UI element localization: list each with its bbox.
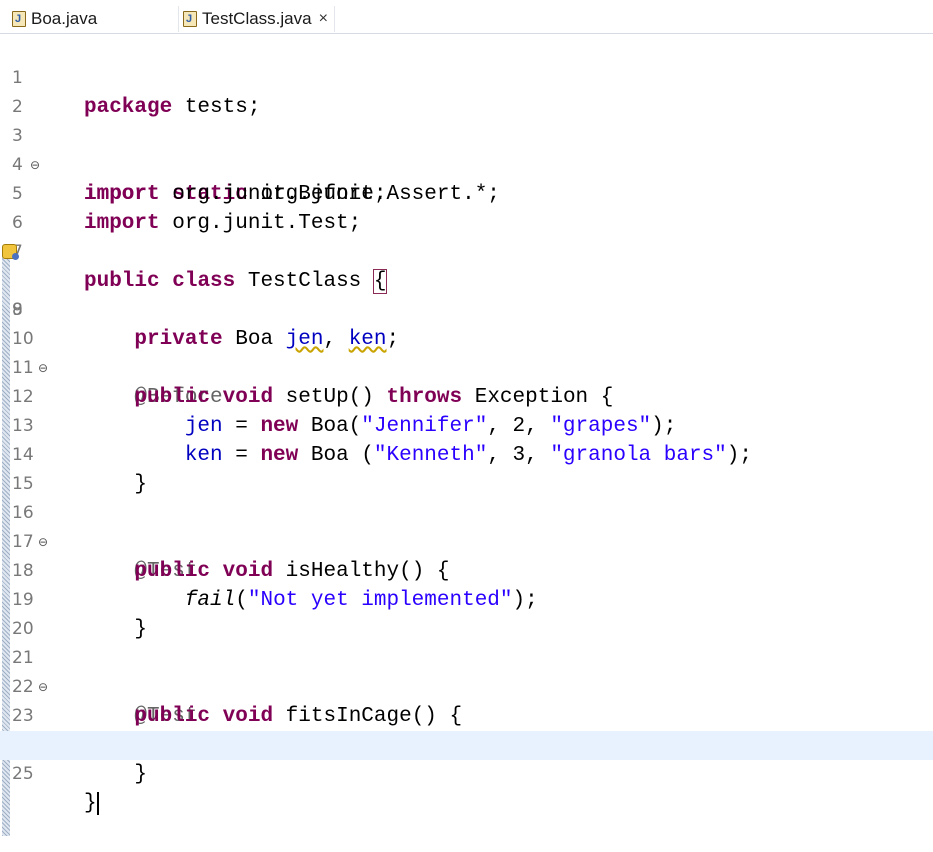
text-cursor: ​ [96, 792, 99, 815]
code-line[interactable]: 11 public void setUp() throws Exception … [0, 325, 933, 409]
code-line[interactable]: 4 import org.junit.Before; [0, 122, 933, 206]
close-icon[interactable]: × [319, 10, 328, 28]
warning-icon[interactable] [2, 244, 19, 260]
code-line-current[interactable]: 25 }​ [0, 731, 933, 815]
code-line[interactable]: 2 [0, 64, 933, 117]
code-line[interactable]: 1 package tests; [0, 35, 933, 119]
code-line[interactable]: 13 ken = new Boa ("Kenneth", 3, "granola… [0, 383, 933, 467]
code-line[interactable]: 19 } [0, 557, 933, 641]
code-text: }​ [84, 792, 99, 815]
code-line[interactable]: 23 [0, 673, 933, 726]
code-line[interactable]: 7 public class TestClass { [0, 209, 933, 294]
code-editor[interactable]: 1 package tests; 2 3 ⊖ import static org… [0, 34, 933, 852]
code-line[interactable]: 17 public void isHealthy() { [0, 499, 933, 583]
code-line[interactable]: 15 [0, 441, 933, 494]
line-number: 25 [12, 764, 34, 784]
tab-testclass-java[interactable]: J TestClass.java × [178, 6, 335, 32]
java-file-icon: J [12, 11, 26, 27]
code-line[interactable]: 12 jen = new Boa("Jennifer", 2, "grapes"… [0, 354, 933, 438]
code-line[interactable]: 5 import org.junit.Test; [0, 151, 933, 235]
editor-tab-bar: J Boa.java J TestClass.java × [0, 0, 933, 34]
tab-label: Boa.java [31, 9, 98, 28]
code-line[interactable]: 6 [0, 180, 933, 233]
code-line[interactable]: 8 private Boa jen, ken; [0, 238, 933, 351]
code-line[interactable]: 10 ⊖ @Before [0, 296, 933, 409]
code-line[interactable]: 22 public void fitsInCage() { [0, 644, 933, 728]
java-file-icon: J [183, 11, 197, 27]
code-line[interactable]: 24 } [0, 702, 933, 786]
code-line[interactable]: 9 [0, 267, 933, 320]
tab-label: TestClass.java [202, 9, 312, 28]
code-line[interactable]: 3 ⊖ import static org.junit.Assert.*; [0, 93, 933, 206]
tab-boa-java[interactable]: J Boa.java [12, 6, 97, 32]
code-line[interactable]: 20 [0, 586, 933, 639]
code-line[interactable]: 18 fail("Not yet implemented"); [0, 528, 933, 612]
code-line[interactable]: 16 ⊖ @Test [0, 470, 933, 583]
code-line[interactable]: 14 } [0, 412, 933, 496]
code-text: } [134, 763, 148, 786]
code-line[interactable]: 21 ⊖ @Test [0, 615, 933, 728]
